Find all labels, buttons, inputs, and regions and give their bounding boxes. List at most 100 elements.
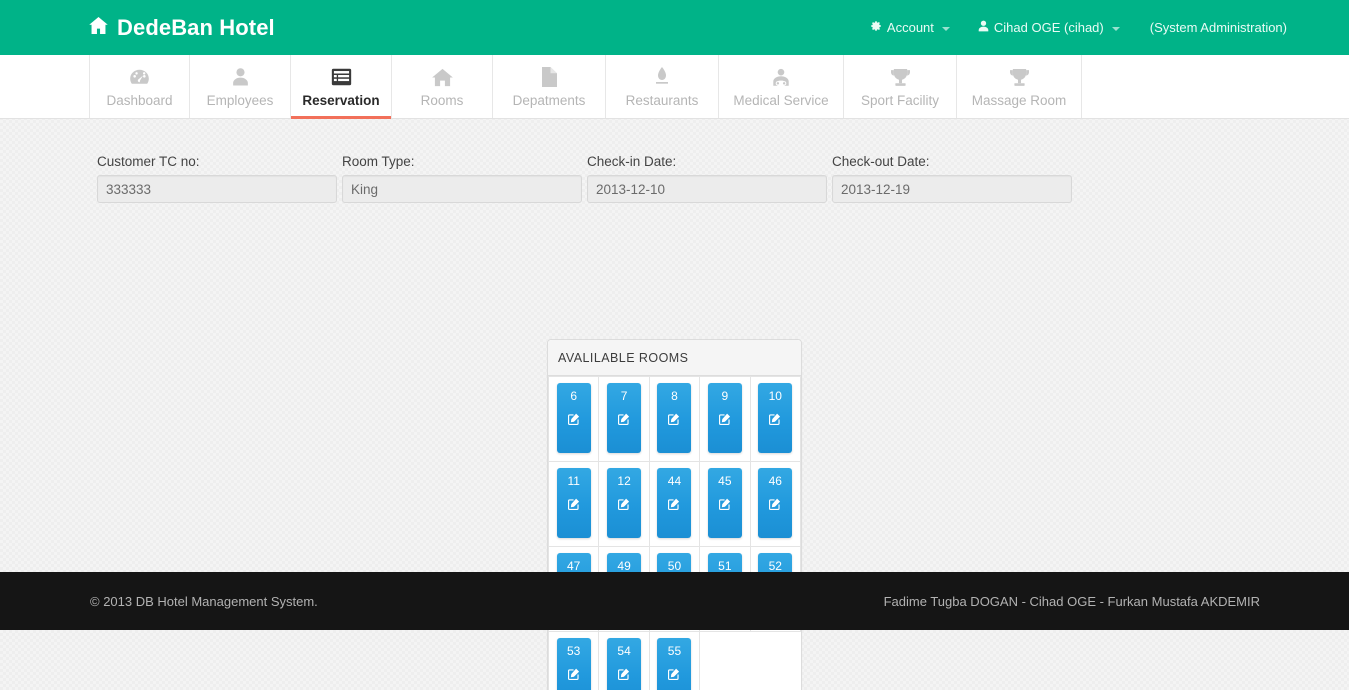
tab-depatments[interactable]: Depatments (493, 55, 606, 118)
room-tile[interactable]: 53 (556, 638, 591, 690)
field-customer-tc: Customer TC no: (97, 154, 337, 203)
room-cell: 54 (598, 631, 650, 690)
tab-restaurants[interactable]: Restaurants (606, 55, 719, 118)
gear-icon (870, 20, 882, 35)
edit-icon[interactable] (567, 412, 581, 426)
room-number: 55 (667, 644, 682, 658)
tab-dashboard[interactable]: Dashboard (89, 55, 190, 118)
room-tile[interactable]: 55 (657, 638, 692, 690)
stethoscope-icon (770, 67, 792, 87)
tab-label: Medical Service (733, 93, 829, 108)
room-number: 10 (768, 389, 782, 403)
edit-icon[interactable] (617, 667, 631, 681)
brand-title: DedeBan Hotel (117, 14, 275, 40)
room-number: 51 (718, 559, 732, 573)
room-cell-empty (700, 632, 750, 690)
room-number: 45 (718, 474, 732, 488)
room-number: 7 (620, 389, 628, 403)
customer-tc-input[interactable] (97, 175, 337, 203)
room-cell: 7 (598, 376, 650, 462)
trophy-icon (1008, 67, 1030, 87)
footer-credits: Fadime Tugba DOGAN - Cihad OGE - Furkan … (883, 593, 1260, 609)
available-rooms-panel: AVALILABLE ROOMS 6 7 8 9 10 11 12 44 45 46 47 49 50 5… (547, 339, 802, 690)
room-cell: 45 (699, 461, 751, 547)
room-row: 53 54 55 (547, 631, 801, 690)
room-number: 12 (617, 474, 631, 488)
room-tile[interactable]: 45 (707, 468, 742, 538)
tab-label: Massage Room (971, 93, 1067, 108)
room-number: 6 (570, 389, 578, 403)
room-number: 8 (671, 389, 678, 403)
edit-icon[interactable] (667, 497, 681, 511)
edit-icon[interactable] (567, 667, 581, 681)
field-label: Customer TC no: (97, 154, 200, 169)
available-rooms-grid: 6 7 8 9 10 11 12 44 45 46 47 49 50 51 52 53 54 55 (547, 376, 802, 690)
room-tile[interactable]: 12 (607, 468, 642, 538)
room-type-input[interactable] (342, 175, 582, 203)
room-cell: 8 (648, 376, 701, 462)
room-cell: 53 (547, 631, 600, 690)
field-label: Check-out Date: (832, 154, 930, 169)
edit-icon[interactable] (617, 497, 631, 511)
field-label: Room Type: (342, 154, 415, 169)
user-label: Cihad OGE (cihad) (993, 20, 1104, 35)
top-header-bar: DedeBan Hotel Account Cihad OGE (cihad) (0, 0, 1349, 55)
checkout-date-input[interactable] (832, 175, 1072, 203)
room-number: 46 (768, 474, 782, 488)
tab-label: Depatments (512, 93, 586, 108)
tab-reservation[interactable]: Reservation (291, 55, 392, 119)
edit-icon[interactable] (768, 497, 782, 511)
field-label: Check-in Date: (587, 154, 677, 169)
room-cell: 11 (547, 461, 600, 547)
tab-label: Dashboard (106, 93, 173, 108)
room-number: 50 (667, 559, 682, 573)
trophy-icon (889, 67, 911, 87)
account-label: Account (886, 20, 934, 35)
edit-icon[interactable] (617, 412, 631, 426)
room-tile[interactable]: 11 (556, 468, 591, 538)
dashboard-icon (129, 67, 151, 87)
checkin-date-input[interactable] (587, 175, 827, 203)
user-menu[interactable]: Cihad OGE (cihad) (964, 20, 1134, 35)
header-actions: Account Cihad OGE (cihad) (System Admini… (856, 20, 1287, 35)
reservation-form: Customer TC no: Room Type: Check-in Date… (0, 119, 1349, 203)
edit-icon[interactable] (768, 412, 782, 426)
room-tile[interactable]: 54 (607, 638, 642, 690)
tab-medical-service[interactable]: Medical Service (719, 55, 844, 118)
edit-icon[interactable] (718, 497, 732, 511)
tab-label: Reservation (302, 93, 380, 108)
footer-copyright: © 2013 DB Hotel Management System. (90, 593, 318, 609)
room-row: 11 12 44 45 46 (547, 461, 802, 547)
edit-icon[interactable] (718, 412, 732, 426)
tab-massage-room[interactable]: Massage Room (957, 55, 1082, 118)
room-number: 47 (567, 559, 581, 573)
room-number: 53 (567, 644, 581, 658)
tab-sport-facility[interactable]: Sport Facility (844, 55, 957, 118)
edit-icon[interactable] (567, 497, 581, 511)
room-number: 49 (617, 559, 631, 573)
room-cell: 9 (699, 376, 751, 462)
account-menu[interactable]: Account (856, 20, 964, 35)
brand-logo[interactable]: DedeBan Hotel (89, 15, 275, 41)
panel-title: AVALILABLE ROOMS (548, 340, 801, 376)
home-icon (431, 67, 453, 87)
room-tile[interactable]: 46 (758, 468, 793, 538)
edit-icon[interactable] (667, 667, 681, 681)
main-content: Customer TC no: Room Type: Check-in Date… (0, 119, 1349, 690)
room-tile[interactable]: 9 (707, 383, 742, 453)
room-cell: 12 (598, 461, 650, 547)
tab-rooms[interactable]: Rooms (392, 55, 493, 118)
room-tile[interactable]: 8 (657, 383, 692, 453)
field-room-type: Room Type: (342, 154, 582, 203)
room-tile[interactable]: 6 (556, 383, 591, 453)
room-cell: 55 (648, 631, 701, 690)
room-number: 54 (617, 644, 631, 658)
field-checkin-date: Check-in Date: (587, 154, 827, 203)
room-number: 9 (721, 389, 729, 403)
user-icon (978, 20, 989, 35)
edit-icon[interactable] (667, 412, 681, 426)
tab-employees[interactable]: Employees (190, 55, 291, 118)
room-tile[interactable]: 10 (758, 383, 793, 453)
room-tile[interactable]: 7 (607, 383, 642, 453)
room-tile[interactable]: 44 (657, 468, 692, 538)
